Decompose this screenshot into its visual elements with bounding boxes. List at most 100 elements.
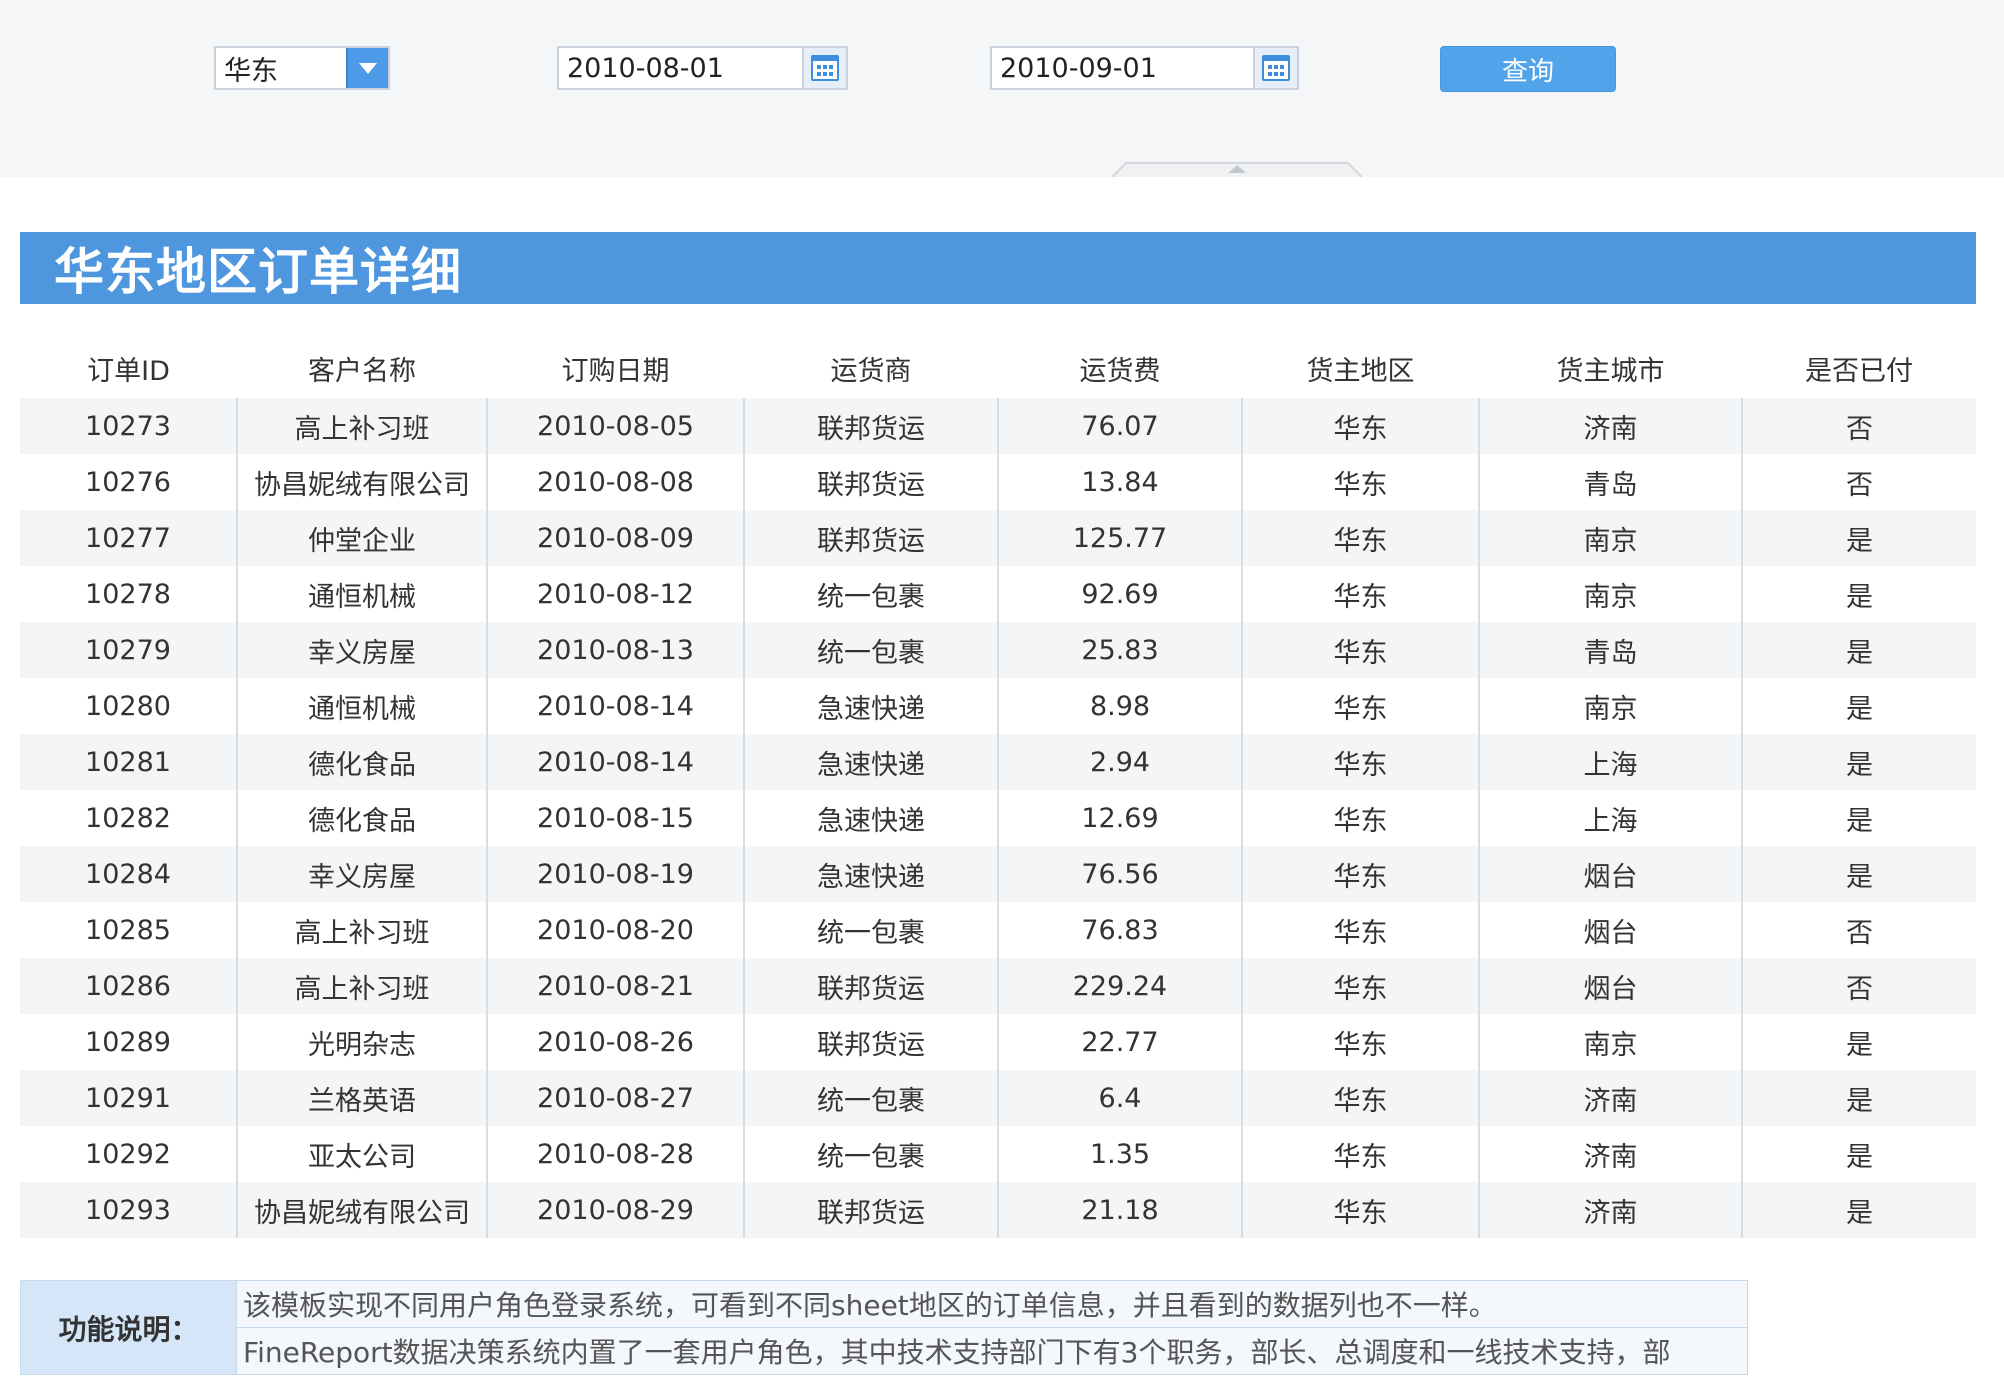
- table-cell: 10293: [20, 1182, 237, 1238]
- table-cell: 21.18: [997, 1182, 1242, 1238]
- table-cell: 华东: [1241, 958, 1479, 1014]
- table-cell: 是: [1741, 622, 1976, 678]
- table-cell: 济南: [1478, 1070, 1742, 1126]
- table-cell: 南京: [1478, 566, 1742, 622]
- table-cell: 2010-08-09: [486, 510, 744, 566]
- description-line: 该模板实现不同用户角色登录系统，可看到不同sheet地区的订单信息，并且看到的数…: [236, 1280, 1748, 1328]
- table-cell: 是: [1741, 1182, 1976, 1238]
- end-date-picker-button[interactable]: [1253, 48, 1297, 88]
- table-cell: 2010-08-05: [486, 398, 744, 454]
- table-cell: 南京: [1478, 510, 1742, 566]
- table-cell: 通恒机械: [236, 566, 487, 622]
- table-cell: 76.07: [997, 398, 1242, 454]
- table-cell: 华东: [1241, 398, 1479, 454]
- table-cell: 1.35: [997, 1126, 1242, 1182]
- table-cell: 76.56: [997, 846, 1242, 902]
- table-cell: 10284: [20, 846, 237, 902]
- table-cell: 联邦货运: [743, 454, 998, 510]
- table-row: 10286 高上补习班 2010-08-21 联邦货运 229.24 华东 烟台否: [20, 958, 1976, 1014]
- end-date-field[interactable]: 2010-09-01: [990, 46, 1299, 90]
- table-cell: 高上补习班: [236, 902, 487, 958]
- table-cell: 2010-08-26: [486, 1014, 744, 1070]
- table-cell: 统一包裹: [743, 622, 998, 678]
- table-cell: 2010-08-29: [486, 1182, 744, 1238]
- description-row: 功能说明： 该模板实现不同用户角色登录系统，可看到不同sheet地区的订单信息，…: [20, 1280, 1748, 1375]
- table-row: 10282 德化食品 2010-08-15 急速快递 12.69 华东 上海是: [20, 790, 1976, 846]
- table-cell: 统一包裹: [743, 902, 998, 958]
- table-cell: 烟台: [1478, 846, 1742, 902]
- column-header: 货主城市: [1479, 338, 1742, 398]
- table-cell: 2010-08-27: [486, 1070, 744, 1126]
- table-row: 10280 通恒机械 2010-08-14 急速快递 8.98 华东 南京是: [20, 678, 1976, 734]
- table-cell: 华东: [1241, 734, 1479, 790]
- table-cell: 10279: [20, 622, 237, 678]
- table-cell: 协昌妮绒有限公司: [236, 454, 487, 510]
- orders-table: 订单ID 客户名称 订购日期 运货商 运货费 货主地区 货主城市 是否已付 10…: [20, 338, 1976, 1238]
- table-cell: 2010-08-14: [486, 734, 744, 790]
- table-cell: 2010-08-12: [486, 566, 744, 622]
- table-cell: 高上补习班: [236, 958, 487, 1014]
- region-select-value[interactable]: 华东: [216, 49, 346, 88]
- table-cell: 烟台: [1478, 902, 1742, 958]
- query-button[interactable]: 查询: [1440, 46, 1616, 92]
- start-date-value[interactable]: 2010-08-01: [559, 53, 802, 84]
- table-cell: 10276: [20, 454, 237, 510]
- page-title: 华东地区订单详细: [54, 243, 462, 301]
- table-cell: 是: [1741, 678, 1976, 734]
- table-cell: 2010-08-28: [486, 1126, 744, 1182]
- collapse-up-icon[interactable]: [1112, 159, 1362, 177]
- region-select[interactable]: 华东: [214, 46, 390, 90]
- table-cell: 华东: [1241, 1126, 1479, 1182]
- table-cell: 8.98: [997, 678, 1242, 734]
- table-cell: 否: [1741, 958, 1976, 1014]
- table-row: 10285 高上补习班 2010-08-20 统一包裹 76.83 华东 烟台否: [20, 902, 1976, 958]
- column-header: 货主地区: [1242, 338, 1479, 398]
- table-cell: 光明杂志: [236, 1014, 487, 1070]
- table-cell: 76.83: [997, 902, 1242, 958]
- table-cell: 统一包裹: [743, 566, 998, 622]
- table-cell: 济南: [1478, 1182, 1742, 1238]
- region-dropdown-button[interactable]: [346, 48, 388, 88]
- table-cell: 联邦货运: [743, 1182, 998, 1238]
- table-cell: 10278: [20, 566, 237, 622]
- table-cell: 2010-08-08: [486, 454, 744, 510]
- table-cell: 幸义房屋: [236, 622, 487, 678]
- table-cell: 2.94: [997, 734, 1242, 790]
- table-cell: 华东: [1241, 510, 1479, 566]
- table-cell: 10286: [20, 958, 237, 1014]
- table-cell: 华东: [1241, 678, 1479, 734]
- table-cell: 华东: [1241, 622, 1479, 678]
- table-cell: 德化食品: [236, 790, 487, 846]
- table-cell: 济南: [1478, 398, 1742, 454]
- filter-bar: 华东 2010-08-01 2010-09-01 查询: [0, 0, 2004, 177]
- table-row: 10276 协昌妮绒有限公司 2010-08-08 联邦货运 13.84 华东 青岛否: [20, 454, 1976, 510]
- table-cell: 联邦货运: [743, 510, 998, 566]
- table-cell: 2010-08-20: [486, 902, 744, 958]
- table-cell: 是: [1741, 510, 1976, 566]
- end-date-value[interactable]: 2010-09-01: [992, 53, 1253, 84]
- calendar-icon: [811, 55, 839, 81]
- table-cell: 6.4: [997, 1070, 1242, 1126]
- table-row: 10281 德化食品 2010-08-14 急速快递 2.94 华东 上海是: [20, 734, 1976, 790]
- start-date-picker-button[interactable]: [802, 48, 846, 88]
- table-cell: 是: [1741, 1126, 1976, 1182]
- table-cell: 10281: [20, 734, 237, 790]
- table-cell: 济南: [1478, 1126, 1742, 1182]
- table-cell: 仲堂企业: [236, 510, 487, 566]
- table-cell: 幸义房屋: [236, 846, 487, 902]
- table-cell: 2010-08-14: [486, 678, 744, 734]
- table-row: 10292 亚太公司 2010-08-28 统一包裹 1.35 华东 济南是: [20, 1126, 1976, 1182]
- table-cell: 急速快递: [743, 790, 998, 846]
- table-cell: 2010-08-21: [486, 958, 744, 1014]
- table-cell: 2010-08-15: [486, 790, 744, 846]
- table-cell: 上海: [1478, 734, 1742, 790]
- table-cell: 青岛: [1478, 622, 1742, 678]
- table-cell: 25.83: [997, 622, 1242, 678]
- table-cell: 急速快递: [743, 846, 998, 902]
- report-title-banner: 华东地区订单详细: [20, 232, 1976, 304]
- description-row: FineReport数据决策系统内置了一套用户角色，其中技术支持部门下有3个职务…: [21, 1327, 1748, 1375]
- table-cell: 10289: [20, 1014, 237, 1070]
- start-date-field[interactable]: 2010-08-01: [557, 46, 848, 90]
- table-cell: 协昌妮绒有限公司: [236, 1182, 487, 1238]
- table-cell: 上海: [1478, 790, 1742, 846]
